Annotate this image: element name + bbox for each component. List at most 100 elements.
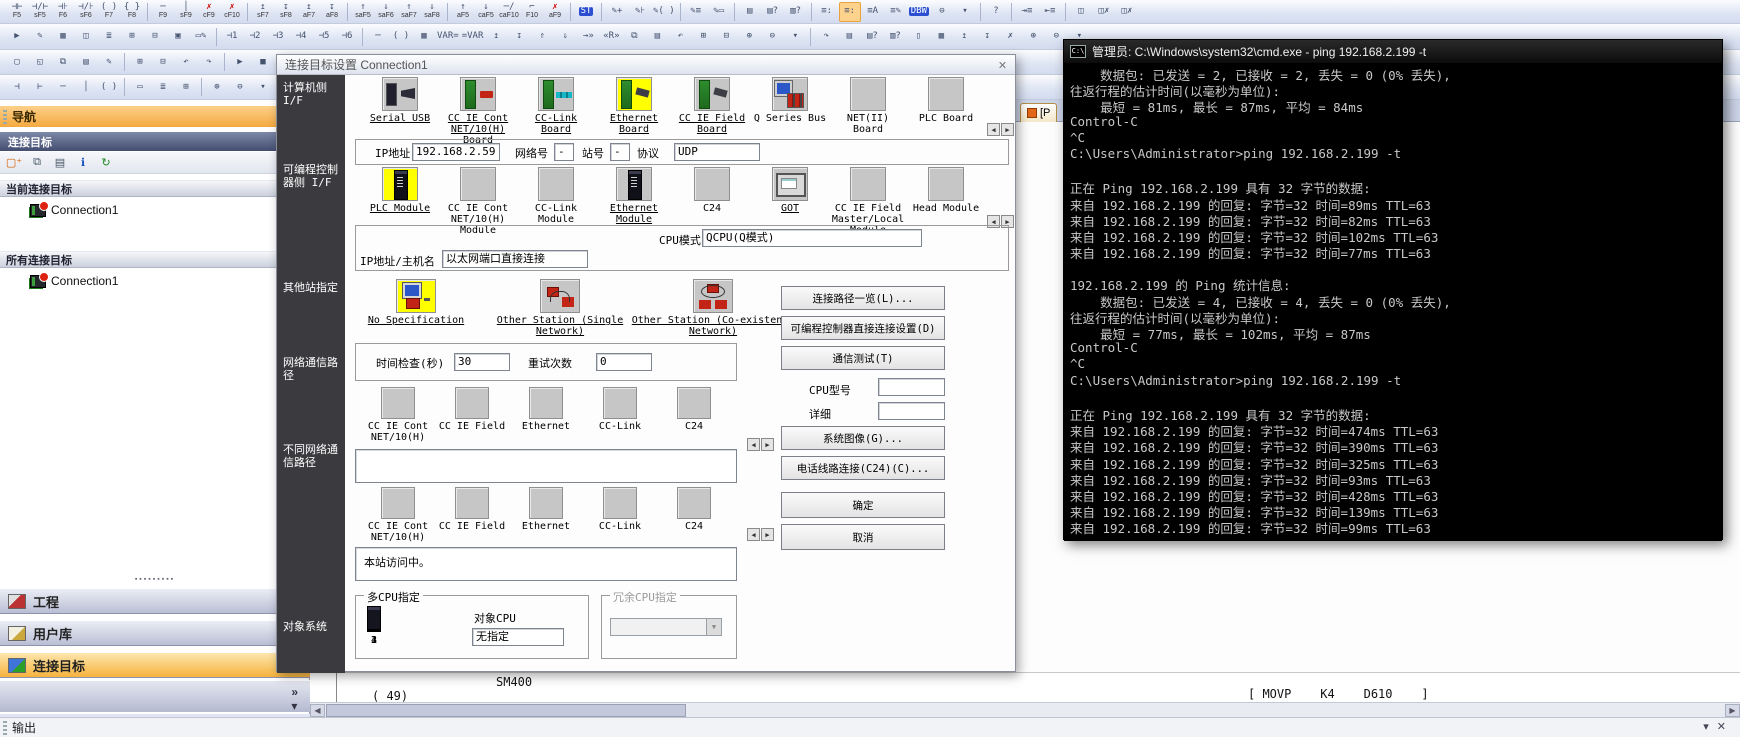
sidebar-splitter-grip[interactable]: ▪▪▪▪▪▪▪▪▪ (0, 575, 310, 583)
scroll-right-arrow-icon[interactable]: ▶ (1725, 704, 1740, 717)
network-route-option[interactable]: C24 (657, 387, 731, 443)
toolbar-button[interactable]: ⇓saF8 (421, 2, 443, 22)
toolbar-button[interactable]: ⇤≡ (1039, 2, 1061, 22)
communication-test-button[interactable]: 通信测试(T) (781, 346, 945, 370)
toolbar-button[interactable]: ─ (52, 77, 74, 97)
host-name-field[interactable]: 以太网端口直接连接 (442, 250, 588, 268)
toolbar-button[interactable]: ⊖ (229, 77, 251, 97)
sidebar-item-user-library[interactable]: 用户库 (0, 620, 310, 646)
toolbar-button[interactable]: ⊣⊢F5 (6, 2, 28, 22)
toolbar-button[interactable]: ▯ (907, 27, 929, 47)
toolbar-button[interactable]: ▦ (52, 27, 74, 47)
toolbar-button[interactable]: ⊕ (738, 27, 760, 47)
other-station-option[interactable]: Other Station (Single Network) (491, 279, 629, 337)
toolbar-button[interactable]: ✎▭ (708, 2, 730, 22)
toolbar-button[interactable]: ◱ (29, 52, 51, 72)
toolbar-button[interactable]: ■ (252, 52, 274, 72)
pc-interface-option[interactable]: CC IE Field Board (673, 77, 751, 146)
panel-grip-icon[interactable] (3, 721, 7, 735)
close-icon[interactable]: ✕ (995, 58, 1010, 72)
toolbar-button[interactable]: ↶ (175, 52, 197, 72)
pin-icon[interactable]: ▾ (1703, 720, 1709, 733)
toolbar-button[interactable]: ⊞ (692, 27, 714, 47)
toolbar-button[interactable]: ▣ (167, 27, 189, 47)
pc-interface-option[interactable]: PLC Board (907, 77, 985, 146)
network-route-option[interactable]: CC IE Field (435, 387, 509, 443)
toolbar-button[interactable]: ▤? (762, 2, 784, 22)
toolbar-button[interactable]: ↧ (976, 27, 998, 47)
toolbar-button[interactable]: DBW (908, 2, 930, 22)
toolbar-button[interactable]: ↓caF5 (475, 2, 497, 22)
document-tab[interactable]: [P (1020, 103, 1057, 122)
cancel-button[interactable]: 取消 (781, 524, 945, 550)
toolbar-button[interactable]: ▶ (6, 27, 28, 47)
editor-horizontal-scrollbar[interactable]: ◀ ▶ (310, 702, 1740, 717)
toolbar-button[interactable]: ─/caF10 (498, 2, 520, 22)
scroll-left-icon[interactable]: ◀ (747, 438, 760, 451)
toolbar-button[interactable]: ↧aF8 (321, 2, 343, 22)
connection-path-list-button[interactable]: 连接路径一览(L)... (781, 286, 945, 310)
toolbar-button[interactable]: ↷ (815, 27, 837, 47)
toolbar-button[interactable]: ⊣/⊢sF5 (29, 2, 51, 22)
toolbar-button[interactable]: ◫✗ (1093, 2, 1115, 22)
toolbar-button[interactable]: ( ) (98, 77, 120, 97)
network-route-listbox[interactable] (355, 449, 737, 483)
dialog-title-bar[interactable]: 连接目标设置 Connection1 ✕ (277, 55, 1015, 75)
station-no-field[interactable]: - (610, 143, 630, 161)
redundant-cpu-combo[interactable]: ▼ (610, 618, 722, 636)
toolbar-button[interactable]: ⇑saF7 (398, 2, 420, 22)
toolbar-button[interactable]: ▶ (229, 52, 251, 72)
plc-direct-connection-button[interactable]: 可编程控制器直接连接设置(D) (781, 316, 945, 340)
toolbar-button[interactable]: ✎+ (606, 2, 628, 22)
cmd-title-bar[interactable]: C:\ 管理员: C:\Windows\system32\cmd.exe - p… (1064, 40, 1722, 63)
toolbar-button[interactable]: │sF9 (175, 2, 197, 22)
network-no-field[interactable]: - (554, 143, 574, 161)
toolbar-button[interactable]: ⇓saF6 (375, 2, 397, 22)
sidebar-item-connection-target[interactable]: 连接目标 (0, 652, 310, 678)
paste-icon[interactable]: ▤ (50, 154, 70, 172)
toolbar-button[interactable]: ⊣1 (221, 27, 243, 47)
toolbar-button[interactable]: ≡A (862, 2, 884, 22)
toolbar-button[interactable]: ⊣6 (336, 27, 358, 47)
cpu-mode-field[interactable]: QCPU(Q模式) (702, 229, 922, 247)
toolbar-button[interactable]: ⊟ (152, 52, 174, 72)
other-station-option[interactable]: Other Station (Co-existence Network) (629, 279, 797, 337)
scroll-right-icon[interactable]: ▶ (761, 528, 774, 541)
toolbar-button[interactable]: ✎ (98, 52, 120, 72)
property-info-icon[interactable]: ℹ (73, 154, 93, 172)
toolbar-button[interactable]: ▥? (785, 2, 807, 22)
cpu-option[interactable]: 4 (364, 606, 384, 646)
scroll-right-icon[interactable]: ▶ (761, 438, 774, 451)
toolbar-button[interactable]: ⊟ (144, 27, 166, 47)
other-station-option[interactable]: No Specification (341, 279, 491, 337)
toolbar-button[interactable]: ✗cF9 (198, 2, 220, 22)
toolbar-button[interactable]: ↑aF5 (452, 2, 474, 22)
toolbar-button[interactable]: ⊖ (931, 2, 953, 22)
toolbar-button[interactable]: ▤? (861, 27, 883, 47)
toolbar-button[interactable]: ⊣5 (313, 27, 335, 47)
pc-interface-option[interactable]: Ethernet Board (595, 77, 673, 146)
toolbar-button[interactable]: ↥sF7 (252, 2, 274, 22)
toolbar-button[interactable]: ≣ (152, 77, 174, 97)
scroll-left-icon[interactable]: ◀ (987, 123, 1000, 136)
scroll-left-arrow-icon[interactable]: ◀ (310, 704, 325, 717)
toolbar-button[interactable]: «R» (600, 27, 622, 47)
toolbar-button[interactable]: ⊣2 (244, 27, 266, 47)
toolbar-button[interactable]: ▾ (954, 2, 976, 22)
toolbar-button[interactable]: ⊣/⊦sF6 (75, 2, 97, 22)
panel-grip-icon[interactable] (3, 110, 7, 124)
toolbar-button[interactable]: ⊣ (6, 77, 28, 97)
toolbar-button[interactable]: ▾ (784, 27, 806, 47)
toolbar-button[interactable]: ↧ (508, 27, 530, 47)
chevron-collapse-icon[interactable]: »▾ (291, 685, 298, 713)
different-route-option[interactable]: CC IE Field (435, 487, 509, 543)
toolbar-button[interactable]: ✗ (999, 27, 1021, 47)
toolbar-button[interactable]: { }F8 (121, 2, 143, 22)
cmd-output[interactable]: 数据包: 已发送 = 2, 已接收 = 2, 丢失 = 0 (0% 丢失),往返… (1064, 63, 1722, 541)
scroll-left-icon[interactable]: ◀ (747, 528, 760, 541)
protocol-field[interactable]: UDP (674, 143, 760, 161)
ip-address-field[interactable]: 192.168.2.59 (412, 143, 500, 161)
pc-interface-option[interactable]: Serial USB (361, 77, 439, 146)
toolbar-button[interactable]: ⊖ (761, 27, 783, 47)
toolbar-button[interactable]: ▤ (75, 52, 97, 72)
